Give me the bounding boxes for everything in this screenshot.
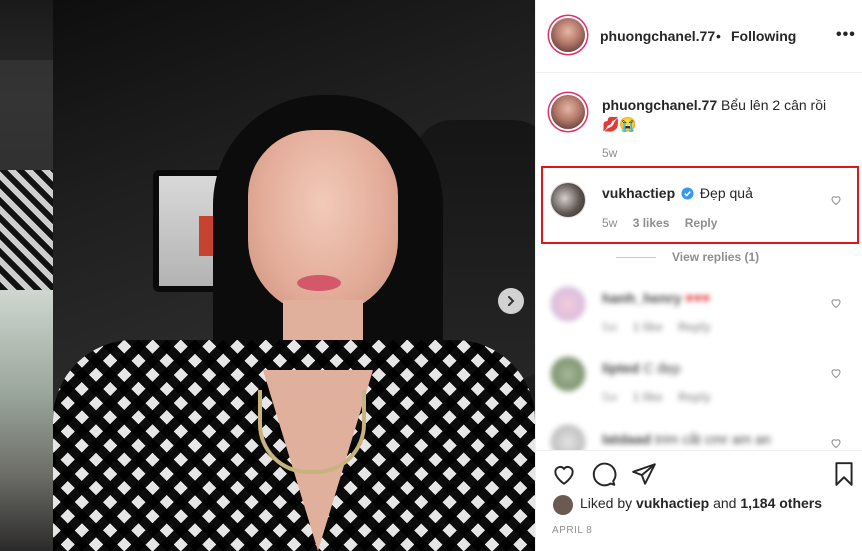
post-date[interactable]: APRIL 8 bbox=[552, 525, 592, 536]
comment-text: hanh_henry ♥♥♥ bbox=[602, 289, 837, 308]
author-avatar[interactable] bbox=[551, 18, 585, 52]
liked-by-prefix: Liked by bbox=[580, 495, 633, 511]
separator-dot: • bbox=[716, 28, 721, 44]
heart-icon[interactable] bbox=[830, 437, 842, 449]
caption-time[interactable]: 5w bbox=[602, 146, 617, 160]
more-icon[interactable]: ••• bbox=[836, 26, 856, 44]
previous-post-thumbnail[interactable] bbox=[0, 0, 53, 551]
post-details-panel: phuongchanel.77 • Following ••• phuongch… bbox=[535, 0, 862, 551]
comment-avatar[interactable] bbox=[551, 357, 585, 391]
comment-body: ♥♥♥ bbox=[685, 290, 711, 306]
comment-avatar[interactable] bbox=[551, 287, 585, 321]
highlight-box bbox=[541, 166, 859, 244]
post-actions: Liked by vukhactiep and 1,184 others APR… bbox=[536, 450, 862, 551]
heart-icon[interactable] bbox=[830, 367, 842, 379]
heart-icon[interactable] bbox=[830, 297, 842, 309]
comment-username[interactable]: hanh_henry bbox=[602, 290, 681, 306]
post-photo[interactable] bbox=[53, 0, 535, 551]
liked-by-others[interactable]: 1,184 others bbox=[740, 495, 822, 511]
reply-button[interactable]: Reply bbox=[678, 390, 711, 404]
share-icon[interactable] bbox=[631, 461, 657, 487]
comment-icon[interactable] bbox=[591, 461, 617, 487]
following-button[interactable]: Following bbox=[731, 28, 796, 44]
view-replies-button[interactable]: View replies (1) bbox=[616, 250, 759, 264]
caption-meta: 5w bbox=[602, 146, 629, 160]
comment-meta: 5w 1 like Reply bbox=[602, 390, 723, 404]
liked-by-and: and bbox=[713, 495, 737, 511]
author-username[interactable]: phuongchanel.77 bbox=[600, 28, 715, 44]
comment-text: latdaad trim cắt cmr am an bbox=[602, 430, 837, 449]
caption-body: Bểu lên 2 cân rồi bbox=[721, 97, 827, 113]
caption-emoji: 💋😭 bbox=[602, 116, 637, 132]
next-photo-button[interactable] bbox=[498, 288, 524, 314]
lips bbox=[297, 275, 341, 291]
liked-by-user[interactable]: vukhactiep bbox=[636, 495, 709, 511]
liked-by-text: Liked by vukhactiep and 1,184 others bbox=[580, 495, 822, 511]
comment-body: trim cắt cmr am an bbox=[654, 431, 771, 447]
heart-icon[interactable] bbox=[551, 461, 577, 487]
car-window-photo bbox=[0, 60, 53, 170]
comment-body: C đẹp bbox=[643, 360, 681, 376]
comment-username[interactable]: latdaad bbox=[602, 431, 651, 447]
caption-avatar[interactable] bbox=[551, 95, 585, 129]
replies-divider bbox=[616, 257, 656, 259]
comment-likes[interactable]: 1 like bbox=[633, 320, 663, 334]
liker-avatar[interactable] bbox=[553, 495, 573, 515]
reply-button[interactable]: Reply bbox=[678, 320, 711, 334]
comment-text: lipted C đẹp bbox=[602, 359, 837, 378]
houndstooth-photo bbox=[0, 170, 53, 290]
comment-time[interactable]: 5w bbox=[602, 390, 617, 404]
caption-username[interactable]: phuongchanel.77 bbox=[602, 97, 717, 113]
comment-likes[interactable]: 1 like bbox=[633, 390, 663, 404]
caption-text: phuongchanel.77 Bểu lên 2 cân rồi 💋😭 bbox=[602, 96, 837, 134]
outdoor-photo bbox=[0, 290, 53, 551]
comment-time[interactable]: 5w bbox=[602, 320, 617, 334]
chevron-right-icon bbox=[508, 296, 515, 306]
comment-username[interactable]: lipted bbox=[602, 360, 639, 376]
bookmark-icon[interactable] bbox=[831, 461, 857, 487]
comment-meta: 5w 1 like Reply bbox=[602, 320, 723, 334]
post-header: phuongchanel.77 • Following ••• bbox=[536, 0, 862, 73]
